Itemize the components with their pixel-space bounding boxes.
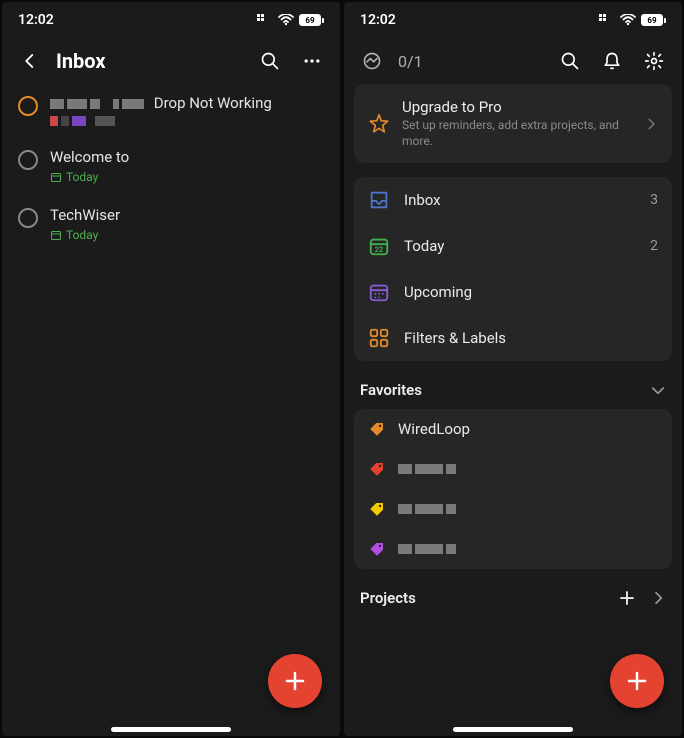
battery-icon: 69 (641, 14, 666, 26)
tag-icon (368, 460, 386, 478)
task-row[interactable]: TechWiser Today (12, 196, 330, 254)
cellular-icon (257, 14, 273, 26)
favorite-row[interactable]: WiredLoop (354, 409, 672, 449)
notifications-button[interactable] (596, 45, 628, 77)
status-time: 12:02 (18, 12, 54, 28)
main-menu: Inbox 3 22 Today 2 Upcoming Filters & La… (354, 177, 672, 361)
favorite-row[interactable] (354, 489, 672, 529)
favorites-list: WiredLoop (354, 409, 672, 569)
tag-icon (368, 420, 386, 438)
projects-header[interactable]: Projects (354, 583, 672, 617)
add-project-icon[interactable] (618, 589, 636, 607)
status-time: 12:02 (360, 12, 396, 28)
task-meta: Today (50, 170, 324, 184)
chevron-right-icon (644, 117, 658, 131)
task-checkbox[interactable] (18, 208, 38, 228)
task-title: TechWiser (50, 206, 324, 224)
home-indicator (111, 727, 231, 732)
promo-subtitle: Set up reminders, add extra projects, an… (402, 118, 632, 149)
favorite-row[interactable] (354, 449, 672, 489)
search-button[interactable] (554, 45, 586, 77)
tag-icon (368, 500, 386, 518)
svg-text:22: 22 (375, 245, 383, 254)
favorite-label: WiredLoop (398, 420, 470, 438)
status-indicators: 69 (257, 14, 324, 26)
promo-title: Upgrade to Pro (402, 98, 632, 116)
filters-icon (368, 327, 390, 349)
upcoming-icon (368, 281, 390, 303)
favorites-header[interactable]: Favorites (354, 375, 672, 409)
today-count: 2 (650, 238, 658, 254)
calendar-icon (50, 171, 62, 183)
task-title: Drop Not Working (50, 94, 324, 112)
add-task-fab[interactable] (610, 654, 664, 708)
inbox-icon (368, 189, 390, 211)
inbox-screen: 12:02 69 Inbox (2, 2, 340, 736)
home-header: 0/1 (344, 38, 682, 84)
status-bar: 12:02 69 (2, 2, 340, 38)
menu-inbox[interactable]: Inbox 3 (354, 177, 672, 223)
status-indicators: 69 (599, 14, 666, 26)
calendar-icon (50, 229, 62, 241)
menu-today[interactable]: 22 Today 2 (354, 223, 672, 269)
chevron-down-icon (650, 382, 666, 398)
battery-icon: 69 (299, 14, 324, 26)
task-checkbox[interactable] (18, 150, 38, 170)
today-icon: 22 (368, 235, 390, 257)
tag-icon (368, 540, 386, 558)
menu-filters[interactable]: Filters & Labels (354, 315, 672, 361)
home-screen: 12:02 69 0/1 Upgrade to Pro (344, 2, 682, 736)
task-meta (50, 116, 324, 126)
favorite-row[interactable] (354, 529, 672, 569)
chevron-right-icon[interactable] (650, 590, 666, 606)
task-checkbox[interactable] (18, 96, 38, 116)
status-bar: 12:02 69 (344, 2, 682, 38)
progress-counter: 0/1 (398, 52, 423, 71)
cellular-icon (599, 14, 615, 26)
task-row[interactable]: Drop Not Working (12, 84, 330, 138)
task-meta: Today (50, 228, 324, 242)
add-task-fab[interactable] (268, 654, 322, 708)
upgrade-promo[interactable]: Upgrade to Pro Set up reminders, add ext… (354, 84, 672, 163)
task-row[interactable]: Welcome to Today (12, 138, 330, 196)
search-button[interactable] (254, 45, 286, 77)
back-button[interactable] (14, 45, 46, 77)
menu-upcoming[interactable]: Upcoming (354, 269, 672, 315)
settings-button[interactable] (638, 45, 670, 77)
productivity-button[interactable] (356, 45, 388, 77)
wifi-icon (620, 14, 636, 26)
page-title: Inbox (56, 49, 244, 73)
inbox-header: Inbox (2, 38, 340, 84)
task-list: Drop Not Working Welcome to To (2, 84, 340, 736)
star-icon (368, 113, 390, 135)
home-indicator (453, 727, 573, 732)
task-title: Welcome to (50, 148, 324, 166)
wifi-icon (278, 14, 294, 26)
more-button[interactable] (296, 45, 328, 77)
home-content: Upgrade to Pro Set up reminders, add ext… (344, 84, 682, 736)
inbox-count: 3 (650, 192, 658, 208)
